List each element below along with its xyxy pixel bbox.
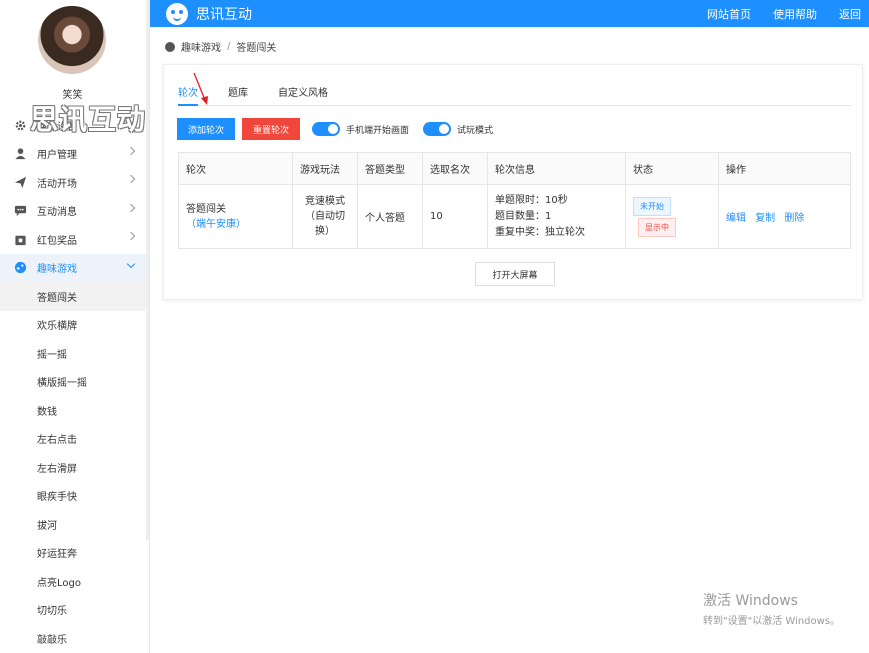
round-name: 答题闯关	[186, 203, 226, 215]
breadcrumb-separator: /	[227, 41, 231, 52]
info-repeat-win: 重复中奖：独立轮次	[495, 226, 585, 238]
sub-item[interactable]: 橫版摇一摇	[0, 368, 149, 397]
delete-link[interactable]: 删除	[784, 213, 804, 224]
activation-subtitle: 转到"设置"以激活 Windows。	[703, 616, 841, 627]
info-time-limit: 单题限时：10秒	[495, 194, 568, 206]
col-count: 选取名次	[422, 152, 488, 185]
sidebar-nav: 活动设置 用户管理 活动开场 互动消息 红包奖品 趣味游戏 答题闯关 欢乐横牌 …	[0, 111, 149, 653]
sub-item[interactable]: 眼疾手快	[0, 482, 149, 511]
sub-item[interactable]: 欢乐横牌	[0, 311, 149, 340]
brand-name: 思讯互动	[196, 6, 252, 23]
reset-round-button[interactable]: 重置轮次	[242, 118, 301, 140]
type-cell: 个人答题	[357, 184, 423, 249]
game-icon	[14, 262, 27, 274]
sub-item[interactable]: 左右滑屏	[0, 453, 149, 482]
info-question-count: 题目数量：1	[495, 210, 552, 222]
mobile-start-screen-label: 手机端开始画面	[346, 125, 410, 136]
mode-cell: 竞速模式（自动切换）	[292, 184, 358, 249]
tab-question-bank[interactable]: 题库	[228, 84, 248, 106]
col-type: 答题类型	[357, 152, 423, 185]
top-header: 思讯互动 网站首页 使用帮助 返回	[150, 0, 869, 27]
sidebar-item-prizes[interactable]: 红包奖品	[0, 225, 149, 254]
round-name-cell: 答题闯关 （端午安康）	[178, 184, 293, 249]
info-cell: 单题限时：10秒 题目数量：1 重复中奖：独立轮次	[487, 184, 626, 249]
open-big-screen-button[interactable]: 打开大屏幕	[475, 262, 555, 286]
sidebar-item-label: 互动消息	[37, 207, 77, 219]
col-round: 轮次	[178, 152, 293, 185]
sub-item[interactable]: 切切乐	[0, 596, 149, 625]
sidebar-item-label: 趣味游戏	[37, 264, 77, 276]
chevron-right-icon	[126, 146, 136, 155]
sub-item[interactable]: 拔河	[0, 510, 149, 539]
tabs: 轮次 题库 自定义风格	[178, 84, 852, 106]
activation-title: 激活 Windows	[703, 593, 798, 609]
trial-mode-toggle[interactable]	[423, 122, 452, 136]
sidebar-item-label: 红包奖品	[37, 235, 77, 247]
chat-icon	[14, 206, 27, 217]
sidebar-item-label: 活动开场	[37, 178, 77, 190]
user-icon	[15, 148, 26, 160]
edit-link[interactable]: 编辑	[726, 213, 746, 224]
logo-icon	[166, 2, 188, 25]
col-info: 轮次信息	[487, 152, 626, 185]
toolbar: 添加轮次 重置轮次 手机端开始画面 试玩模式	[177, 118, 507, 140]
breadcrumb: 趣味游戏 / 答题闯关	[165, 39, 276, 54]
mobile-start-screen-toggle[interactable]	[312, 122, 341, 136]
col-actions: 操作	[718, 152, 851, 185]
breadcrumb-current: 答题闯关	[236, 43, 277, 54]
windows-activation-notice: 激活 Windows 转到"设置"以激活 Windows。	[703, 590, 840, 627]
col-status: 状态	[625, 152, 719, 185]
count-cell: 10	[422, 184, 488, 249]
status-badge-displaying: 显示中	[638, 217, 676, 237]
sub-item[interactable]: 点亮Logo	[0, 567, 149, 596]
chevron-down-icon	[126, 259, 136, 268]
sub-item[interactable]: 好运狂奔	[0, 539, 149, 568]
add-round-button[interactable]: 添加轮次	[177, 118, 236, 140]
sub-item[interactable]: 敲敲乐	[0, 624, 149, 653]
sidebar-item-opening[interactable]: 活动开场	[0, 168, 149, 197]
breadcrumb-parent[interactable]: 趣味游戏	[181, 39, 221, 54]
chevron-right-icon	[126, 203, 136, 212]
header-links: 网站首页 使用帮助 返回	[685, 0, 861, 27]
sidebar-item-user-management[interactable]: 用户管理	[0, 140, 149, 169]
sidebar-item-messages[interactable]: 互动消息	[0, 197, 149, 226]
back-link[interactable]: 返回	[839, 6, 861, 22]
sub-item-quiz[interactable]: 答题闯关	[0, 282, 149, 311]
table-row: 答题闯关 （端午安康） 竞速模式（自动切换） 个人答题 10 单题限时：10秒 题…	[178, 184, 851, 249]
annotation-arrow-icon	[193, 72, 208, 105]
main-card: 轮次 题库 自定义风格 添加轮次 重置轮次 手机端开始画面 试玩模式 轮次 游戏…	[163, 64, 863, 300]
gift-icon	[15, 235, 26, 245]
chevron-right-icon	[126, 231, 136, 241]
chevron-right-icon	[126, 174, 136, 184]
sub-item[interactable]: 摇一摇	[0, 339, 149, 368]
round-name-link[interactable]: （端午安康）	[186, 219, 246, 230]
trial-mode-label: 试玩模式	[457, 125, 494, 136]
tab-custom-style[interactable]: 自定义风格	[278, 84, 328, 106]
avatar[interactable]	[38, 6, 106, 74]
sidebar-scrollbar[interactable]	[146, 0, 149, 540]
send-icon	[14, 176, 27, 188]
sub-item[interactable]: 数钱	[0, 396, 149, 425]
table-header-row: 轮次 游戏玩法 答题类型 选取名次 轮次信息 状态 操作	[178, 152, 851, 185]
status-badge-not-started: 未开始	[633, 196, 671, 216]
sidebar-item-fun-games[interactable]: 趣味游戏	[0, 253, 149, 282]
gear-icon	[15, 120, 26, 131]
sub-item[interactable]: 左右点击	[0, 425, 149, 454]
sidebar-item-label: 用户管理	[37, 150, 77, 162]
status-cell: 未开始 显示中	[625, 184, 719, 249]
col-mode: 游戏玩法	[292, 152, 358, 185]
rounds-table: 轮次 游戏玩法 答题类型 选取名次 轮次信息 状态 操作 答题闯关 （端午安康） …	[178, 152, 851, 249]
watermark-text: 思讯互动	[30, 103, 147, 136]
actions-cell: 编辑 复制 删除	[718, 184, 851, 249]
help-link[interactable]: 使用帮助	[773, 6, 817, 22]
copy-link[interactable]: 复制	[755, 213, 775, 224]
game-icon	[165, 41, 175, 52]
site-home-link[interactable]: 网站首页	[707, 6, 751, 22]
